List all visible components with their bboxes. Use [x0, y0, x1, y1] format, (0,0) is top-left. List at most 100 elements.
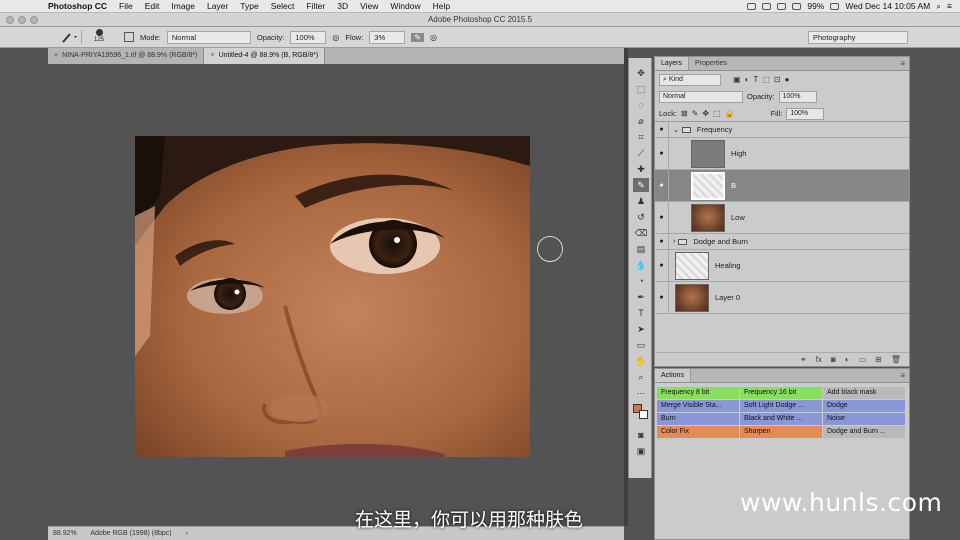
gradient-tool-icon[interactable]: ▤ — [633, 242, 649, 256]
dodge-tool-icon[interactable]: ◔ — [633, 274, 649, 288]
tab-nina-priya[interactable]: × NINA-PRIYA19596_1.tif @ 88.9% (RGB/8*) — [48, 48, 205, 64]
menu-filter[interactable]: Filter — [300, 1, 331, 11]
move-tool-icon[interactable]: ✥ — [633, 66, 649, 80]
screen-mode-icon[interactable]: ▣ — [633, 444, 649, 458]
trash-icon[interactable]: 🗑 — [891, 355, 901, 364]
new-group-icon[interactable]: ▭ — [859, 355, 867, 364]
zoom-level[interactable]: 88.92% — [53, 530, 77, 537]
lock-all-icon[interactable]: 🔒 — [725, 109, 735, 118]
eye-icon[interactable]: ● — [655, 170, 669, 201]
zoom-window-button[interactable] — [30, 16, 38, 24]
filter-smart-icon[interactable]: ⊡ — [774, 75, 781, 84]
layer-group-frequency[interactable]: ● ⌄ Frequency — [655, 122, 909, 138]
adjustment-layer-icon[interactable]: ◐ — [845, 355, 850, 364]
stamp-tool-icon[interactable]: ♟ — [633, 194, 649, 208]
menu-list-icon[interactable]: ≡ — [947, 1, 952, 11]
pressure-opacity-icon[interactable]: ◎ — [332, 33, 339, 42]
wifi-icon[interactable] — [777, 2, 787, 10]
volume-icon[interactable] — [792, 2, 802, 10]
filter-type-icon[interactable]: T — [753, 75, 758, 84]
filter-toggle-icon[interactable]: ● — [785, 75, 790, 84]
menu-layer[interactable]: Layer — [201, 1, 234, 11]
action-button[interactable]: Frequency 8 bit — [657, 387, 739, 399]
menu-help[interactable]: Help — [427, 1, 456, 11]
hand-tool-icon[interactable]: ✋ — [633, 354, 649, 368]
fx-icon[interactable]: fx — [816, 355, 822, 364]
brush-tool-icon[interactable]: ✎ — [633, 178, 649, 192]
eye-icon[interactable]: ● — [655, 234, 669, 249]
crop-tool-icon[interactable]: ⌗ — [633, 130, 649, 144]
layer-group-dodge-and-burn[interactable]: ● › Dodge and Burn — [655, 234, 909, 250]
menu-select[interactable]: Select — [265, 1, 301, 11]
layer-healing[interactable]: ● Healing — [655, 250, 909, 282]
action-button[interactable]: Sharpen — [740, 426, 822, 438]
lasso-tool-icon[interactable]: ◌ — [633, 98, 649, 112]
eye-icon[interactable]: ● — [655, 138, 669, 169]
marquee-tool-icon[interactable]: ⬚ — [633, 82, 649, 96]
menu-app-name[interactable]: Photoshop CC — [30, 1, 113, 11]
tray-icon[interactable] — [762, 2, 772, 10]
history-brush-tool-icon[interactable]: ↺ — [633, 210, 649, 224]
path-select-tool-icon[interactable]: ➤ — [633, 322, 649, 336]
blur-tool-icon[interactable]: 💧 — [633, 258, 649, 272]
eye-icon[interactable]: ● — [655, 282, 669, 313]
tab-actions[interactable]: Actions — [655, 369, 691, 382]
lock-image-icon[interactable]: ✎ — [692, 109, 699, 118]
airbrush-icon[interactable]: ✎ — [411, 32, 424, 42]
menu-type[interactable]: Type — [234, 1, 264, 11]
lock-transparent-icon[interactable]: ⊠ — [681, 109, 688, 118]
layer-opacity-field[interactable]: 100% — [778, 90, 817, 103]
background-color-swatch[interactable] — [639, 410, 648, 419]
lock-position-icon[interactable]: ✥ — [702, 109, 709, 118]
layer-b[interactable]: ● B — [655, 170, 909, 202]
action-button[interactable]: Noise — [823, 413, 905, 425]
zoom-tool-icon[interactable]: ⌕ — [633, 370, 649, 384]
pen-tool-icon[interactable]: ✒ — [633, 290, 649, 304]
panel-menu-icon[interactable]: ≡ — [900, 59, 905, 68]
chevron-right-icon[interactable]: › — [673, 238, 675, 245]
quick-mask-icon[interactable]: ◙ — [633, 428, 649, 442]
opacity-field[interactable]: 100% — [290, 30, 327, 44]
action-button[interactable]: Color Fix — [657, 426, 739, 438]
tray-icon[interactable] — [747, 2, 757, 10]
eye-icon[interactable]: ● — [655, 122, 669, 137]
mode-select[interactable]: Normal — [166, 30, 251, 44]
add-mask-icon[interactable]: ◙ — [831, 355, 836, 364]
tab-properties[interactable]: Properties — [689, 57, 733, 70]
menu-edit[interactable]: Edit — [139, 1, 166, 11]
minimize-window-button[interactable] — [18, 16, 26, 24]
quick-select-tool-icon[interactable]: ⌀ — [633, 114, 649, 128]
filter-pixel-icon[interactable]: ▣ — [733, 75, 741, 84]
eraser-tool-icon[interactable]: ⌫ — [633, 226, 649, 240]
action-button[interactable]: Dodge — [823, 400, 905, 412]
eye-icon[interactable]: ● — [655, 202, 669, 233]
battery-icon[interactable] — [830, 2, 840, 10]
action-button[interactable]: Merge Visible Sta... — [657, 400, 739, 412]
layer-filter-select[interactable]: ⌕ Kind — [659, 73, 721, 86]
healing-tool-icon[interactable]: ✚ — [633, 162, 649, 176]
menu-3d[interactable]: 3D — [331, 1, 354, 11]
close-tab-icon[interactable]: × — [210, 52, 214, 59]
blend-mode-select[interactable]: Normal — [659, 90, 743, 103]
action-button[interactable]: Burn — [657, 413, 739, 425]
brush-size-picker[interactable]: 125 — [92, 29, 106, 44]
workspace-select[interactable]: Photography — [808, 31, 908, 44]
filter-adjustment-icon[interactable]: ◐ — [745, 75, 750, 84]
menu-image[interactable]: Image — [165, 1, 201, 11]
eyedropper-tool-icon[interactable]: ⟋ — [633, 146, 649, 160]
type-tool-icon[interactable]: T — [633, 306, 649, 320]
canvas-area[interactable] — [48, 64, 624, 526]
pressure-size-icon[interactable]: ◎ — [430, 33, 437, 42]
document-canvas[interactable] — [135, 136, 530, 457]
close-window-button[interactable] — [6, 16, 14, 24]
clock[interactable]: Wed Dec 14 10:05 AM — [845, 1, 930, 11]
layer-fill-field[interactable]: 100% — [786, 107, 825, 120]
filter-shape-icon[interactable]: ⬚ — [762, 75, 770, 84]
layer-0[interactable]: ● Layer 0 — [655, 282, 909, 314]
menu-window[interactable]: Window — [384, 1, 426, 11]
action-button[interactable]: Soft Light Dodge ... — [740, 400, 822, 412]
layer-low[interactable]: ● Low — [655, 202, 909, 234]
shape-tool-icon[interactable]: ▭ — [633, 338, 649, 352]
flow-field[interactable]: 3% — [369, 30, 406, 44]
lock-artboard-icon[interactable]: ⬚ — [713, 109, 721, 118]
